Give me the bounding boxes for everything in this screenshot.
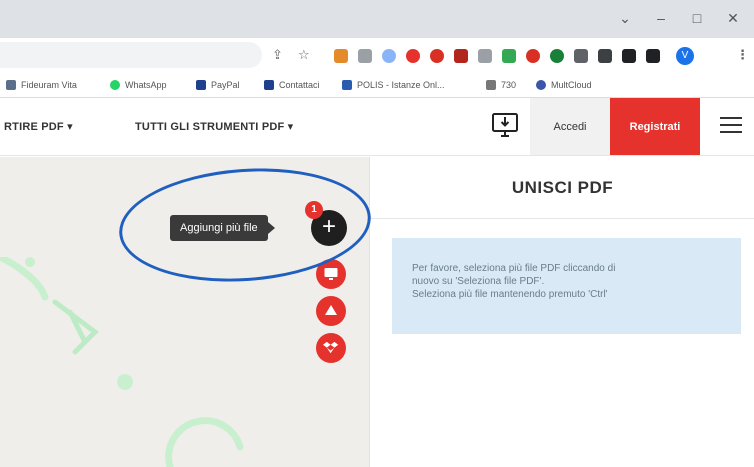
extension-icon[interactable] [334,49,348,63]
extension-icon[interactable] [622,49,636,63]
sidebar-panel-icon[interactable] [646,49,660,63]
info-text-line: Per favore, seleziona più file PDF clicc… [412,263,616,274]
bookmark-favicon [486,80,496,90]
extension-icon[interactable] [454,49,468,63]
tool-sidebar: UNISCI PDF Per favore, seleziona più fil… [371,157,754,467]
extension-icon[interactable] [526,49,540,63]
extension-icon[interactable] [598,49,612,63]
login-button[interactable]: Accedi [530,98,610,155]
restore-button[interactable]: □ [686,9,708,27]
bookmarks-bar: Fideuram Vita WhatsApp PayPal Contattaci… [0,72,754,98]
browser-titlebar: ⌄ – □ ✕ [0,0,754,38]
share-icon[interactable]: ⇪ [272,46,283,64]
address-bar[interactable] [0,42,262,68]
dropbox-icon [323,341,339,354]
extension-icon[interactable] [382,49,396,63]
hamburger-menu-icon[interactable] [720,117,742,135]
bookmark-multcloud[interactable]: MultCloud [536,77,592,93]
nav-convert-pdf[interactable]: RTIRE PDF ▾ [4,120,73,133]
browser-menu-icon[interactable]: ⋮ [736,46,749,64]
upload-from-computer-button[interactable] [316,259,346,289]
add-files-tooltip: Aggiungi più file [170,215,275,241]
close-button[interactable]: ✕ [722,9,744,27]
extension-icon[interactable] [358,49,372,63]
extension-icon[interactable] [478,49,492,63]
cloud-icon [536,80,546,90]
bookmark-whatsapp[interactable]: WhatsApp [110,77,167,93]
browser-toolbar: ⇪ ☆ V ⋮ [0,38,754,72]
desktop-download-icon[interactable] [490,110,520,140]
star-icon[interactable]: ☆ [298,46,310,64]
site-header: RTIRE PDF ▾ TUTTI GLI STRUMENTI PDF ▾ Ac… [0,98,754,156]
bookmark-fideuram[interactable]: Fideuram Vita [6,77,77,93]
info-message: Per favore, seleziona più file PDF clicc… [392,238,741,334]
bookmark-contattaci[interactable]: Contattaci [264,77,320,93]
file-workspace[interactable]: Aggiungi più file + 1 [0,157,375,467]
extension-icon[interactable] [550,49,564,63]
upload-from-dropbox-button[interactable] [316,333,346,363]
watermark-graphic [0,257,244,467]
paypal-icon [196,80,206,90]
signup-button[interactable]: Registrati [610,98,700,155]
nav-all-pdf-tools[interactable]: TUTTI GLI STRUMENTI PDF ▾ [135,120,293,133]
extension-icon[interactable] [406,49,420,63]
bookmark-730[interactable]: 730 [486,77,516,93]
whatsapp-icon [110,80,120,90]
info-text-line: Seleziona più file mantenendo premuto 'C… [412,289,608,300]
profile-icon[interactable]: V [676,47,694,65]
bookmark-favicon [342,80,352,90]
tab-search-chevron-icon[interactable]: ⌄ [614,9,636,27]
bookmark-favicon [6,80,16,90]
minimize-button[interactable]: – [650,9,672,27]
google-drive-icon [325,305,337,315]
info-text-line: nuovo su 'Seleziona file PDF'. [412,276,545,287]
extension-icon[interactable] [502,49,516,63]
tool-title: UNISCI PDF [371,157,754,219]
bookmark-paypal[interactable]: PayPal [196,77,240,93]
paypal-icon [264,80,274,90]
computer-icon [324,268,338,280]
extension-icon[interactable] [574,49,588,63]
extension-icon[interactable] [430,49,444,63]
file-count-badge: 1 [305,201,323,219]
bookmark-polis[interactable]: POLIS - Istanze Onl... [342,77,445,93]
upload-from-google-drive-button[interactable] [316,296,346,326]
